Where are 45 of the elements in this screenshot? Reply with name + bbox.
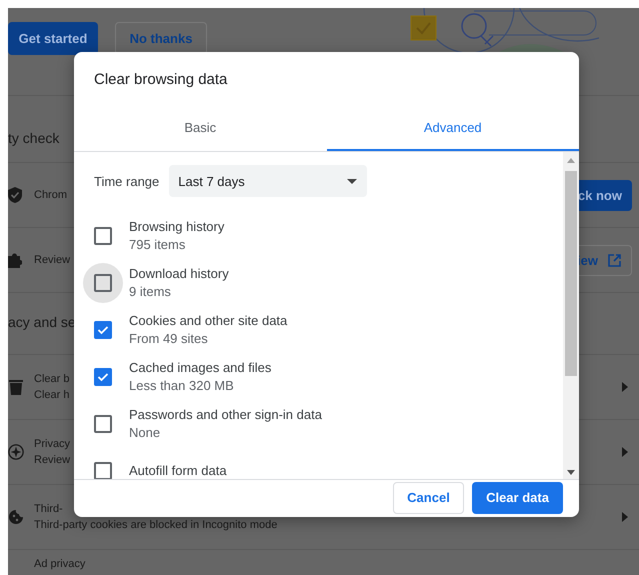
row-label: Review <box>34 254 72 266</box>
item-label: Cookies and other site data <box>129 313 288 328</box>
scroll-up-arrow-icon[interactable] <box>567 158 575 163</box>
item-label: Autofill form data <box>129 463 227 478</box>
get-started-button[interactable]: Get started <box>8 22 98 55</box>
caret-right-icon[interactable] <box>622 447 628 457</box>
external-link-icon <box>608 254 621 266</box>
clear-data-button[interactable]: Clear data <box>472 482 563 514</box>
item-label: Download history <box>129 266 229 281</box>
checkmark-icon <box>97 372 109 382</box>
row-subtitle: Review <box>34 454 70 466</box>
row-title: Third- <box>34 503 63 515</box>
time-range-dropdown[interactable]: Last 7 days <box>169 165 368 197</box>
item-detail: Less than 320 MB <box>129 378 234 393</box>
item-label: Cached images and files <box>129 360 272 375</box>
checkmark-icon <box>97 324 109 334</box>
row-label: Chrom <box>34 189 68 201</box>
caret-right-icon[interactable] <box>622 382 628 392</box>
item-detail: 795 items <box>129 237 186 252</box>
item-detail: From 49 sites <box>129 331 208 346</box>
time-range-label: Time range <box>94 174 160 188</box>
puzzle-icon <box>8 252 22 268</box>
dropdown-caret-icon <box>347 178 358 184</box>
scrollbar[interactable] <box>563 152 579 479</box>
row-title: Ad privacy <box>34 558 86 570</box>
item-label: Browsing history <box>129 219 224 234</box>
item-detail: None <box>129 425 160 440</box>
caret-right-icon[interactable] <box>622 512 628 522</box>
checkbox[interactable] <box>94 462 112 479</box>
row-subtitle: Clear h <box>34 389 70 401</box>
checkbox[interactable] <box>94 274 112 292</box>
tab[interactable]: Advanced <box>326 105 579 151</box>
checkbox[interactable] <box>94 414 112 432</box>
checkbox[interactable] <box>94 226 112 244</box>
checkbox[interactable] <box>94 368 112 386</box>
row-title: Privacy <box>34 438 70 450</box>
item-label: Passwords and other sign-in data <box>129 407 322 422</box>
trash-icon <box>8 379 24 395</box>
cancel-button[interactable]: Cancel <box>393 482 464 514</box>
dialog-title: Clear browsing data <box>93 70 228 90</box>
row-subtitle: Third-party cookies are blocked in Incognito mode <box>34 519 278 531</box>
scroll-down-arrow-icon[interactable] <box>567 470 575 475</box>
compass-icon <box>8 443 24 461</box>
row-title: Clear b <box>34 373 70 385</box>
checkbox[interactable] <box>94 320 112 338</box>
